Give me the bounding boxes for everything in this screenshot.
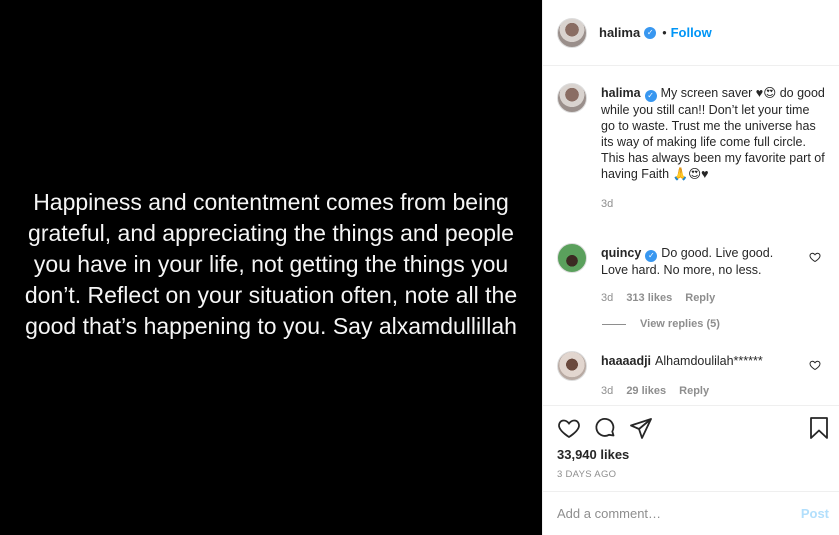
avatar[interactable] bbox=[557, 17, 587, 48]
comment-time[interactable]: 3d bbox=[601, 385, 613, 397]
separator-dot: • bbox=[662, 25, 667, 40]
comment-like-heart-icon[interactable] bbox=[809, 359, 821, 374]
author-username[interactable]: halima bbox=[599, 25, 640, 40]
reply-button[interactable]: Reply bbox=[679, 385, 709, 397]
caption-meta: 3d bbox=[601, 196, 825, 212]
comment-icon[interactable] bbox=[593, 416, 617, 440]
post-actions: 33,940 likes 3 DAYS AGO bbox=[543, 405, 839, 491]
comment-username[interactable]: quincy bbox=[601, 246, 641, 260]
comment-time[interactable]: 3d bbox=[601, 292, 613, 304]
caption-text: My screen saver ♥😍 do good while you sti… bbox=[601, 86, 825, 181]
share-icon[interactable] bbox=[629, 416, 653, 440]
comment-body: haaaadji Alhamdoulilah****** 3d 29 likes … bbox=[601, 351, 825, 399]
comment-likes[interactable]: 313 likes bbox=[626, 292, 672, 304]
view-replies-label: View replies (5) bbox=[640, 318, 720, 330]
caption: halima ✓ My screen saver ♥😍 do good while … bbox=[557, 83, 825, 212]
comments-list[interactable]: halima ✓ My screen saver ♥😍 do good while … bbox=[543, 67, 839, 405]
verified-badge-icon: ✓ bbox=[645, 250, 658, 262]
comment-item: quincy ✓ Do good. Live good. Love hard. No… bbox=[557, 243, 825, 306]
comment-likes[interactable]: 29 likes bbox=[626, 385, 666, 397]
verified-badge-icon: ✓ bbox=[644, 90, 657, 102]
avatar[interactable] bbox=[557, 243, 587, 273]
comment-body: quincy ✓ Do good. Live good. Love hard. No… bbox=[601, 243, 825, 306]
action-icons bbox=[557, 416, 653, 440]
post-header: halima ✓ • Follow bbox=[543, 0, 839, 66]
avatar[interactable] bbox=[557, 351, 587, 381]
comment-text: Alhamdoulilah****** bbox=[655, 354, 763, 368]
follow-button[interactable]: Follow bbox=[671, 25, 712, 40]
caption-body: halima ✓ My screen saver ♥😍 do good while … bbox=[601, 83, 825, 212]
heart-icon[interactable] bbox=[557, 416, 581, 440]
avatar[interactable] bbox=[557, 83, 587, 113]
bookmark-icon[interactable] bbox=[807, 416, 831, 440]
likes-count[interactable]: 33,940 likes bbox=[557, 447, 629, 462]
add-comment-bar: Post bbox=[543, 491, 839, 535]
post-time-ago[interactable]: 3 DAYS AGO bbox=[557, 469, 616, 480]
view-replies-button[interactable]: View replies (5) bbox=[602, 318, 720, 330]
instagram-post-modal: Happiness and contentment comes from bei… bbox=[0, 0, 839, 535]
add-comment-input[interactable] bbox=[557, 506, 801, 521]
divider-line bbox=[602, 323, 626, 325]
post-image-text: Happiness and contentment comes from bei… bbox=[24, 189, 518, 339]
caption-username[interactable]: halima bbox=[601, 86, 641, 100]
comment-meta: 3d 313 likes Reply bbox=[601, 290, 803, 306]
post-image[interactable]: Happiness and contentment comes from bei… bbox=[0, 0, 542, 535]
post-side-panel: halima ✓ • Follow halima ✓ My screen saver… bbox=[542, 0, 839, 535]
reply-button[interactable]: Reply bbox=[685, 292, 715, 304]
caption-time[interactable]: 3d bbox=[601, 198, 613, 210]
comment-like-heart-icon[interactable] bbox=[809, 251, 821, 266]
post-comment-button[interactable]: Post bbox=[801, 506, 829, 521]
comment-meta: 3d 29 likes Reply bbox=[601, 383, 825, 399]
verified-badge-icon: ✓ bbox=[644, 26, 657, 39]
comment-username[interactable]: haaaadji bbox=[601, 354, 651, 368]
comment-item: haaaadji Alhamdoulilah****** 3d 29 likes … bbox=[557, 351, 825, 399]
